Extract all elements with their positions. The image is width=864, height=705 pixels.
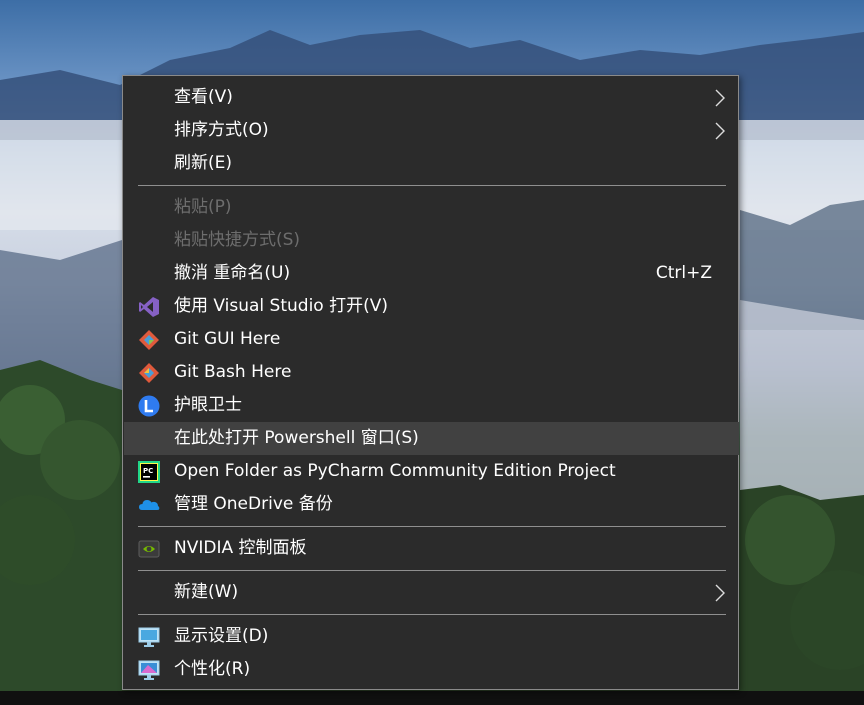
menu-item-label: 护眼卫士	[174, 395, 242, 415]
menu-item-paste-shortcut: 粘贴快捷方式(S)	[124, 224, 739, 257]
menu-item-label: Open Folder as PyCharm Community Edition…	[174, 461, 616, 481]
svg-text:PC: PC	[143, 467, 153, 475]
menu-item-label: 使用 Visual Studio 打开(V)	[174, 296, 389, 316]
menu-item-shortcut: Ctrl+Z	[655, 263, 712, 283]
menu-item-label: 刷新(E)	[174, 153, 233, 173]
eye-guard-icon	[138, 395, 160, 417]
menu-item-label: 个性化(R)	[174, 659, 251, 679]
menu-item-new[interactable]: 新建(W)	[124, 576, 739, 609]
display-settings-icon	[138, 627, 160, 647]
nvidia-icon	[138, 540, 160, 558]
menu-separator	[138, 570, 726, 571]
menu-item-git-bash-here[interactable]: Git Bash Here	[124, 356, 739, 389]
menu-item-label: 查看(V)	[174, 87, 233, 107]
personalize-icon	[138, 660, 160, 680]
desktop-context-menu: 查看(V) 排序方式(O) 刷新(E) 粘贴(P) 粘贴快捷方式(S) 撤消 重…	[122, 75, 739, 690]
menu-separator	[138, 526, 726, 527]
menu-item-open-powershell-here[interactable]: 在此处打开 Powershell 窗口(S)	[124, 422, 739, 455]
pycharm-icon: PC	[138, 461, 160, 483]
git-gui-icon	[139, 330, 159, 350]
menu-item-label: Git Bash Here	[174, 362, 292, 382]
menu-item-open-with-visual-studio[interactable]: 使用 Visual Studio 打开(V)	[124, 290, 739, 323]
git-bash-icon	[139, 363, 159, 383]
menu-separator	[138, 614, 726, 615]
menu-item-label: 在此处打开 Powershell 窗口(S)	[174, 428, 419, 448]
menu-item-git-gui-here[interactable]: Git GUI Here	[124, 323, 739, 356]
menu-item-eye-guard[interactable]: 护眼卫士	[124, 389, 739, 422]
menu-item-refresh[interactable]: 刷新(E)	[124, 147, 739, 180]
menu-item-personalize[interactable]: 个性化(R)	[124, 653, 739, 686]
menu-item-sort-by[interactable]: 排序方式(O)	[124, 114, 739, 147]
menu-item-label: 撤消 重命名(U)	[174, 263, 291, 283]
menu-separator	[138, 185, 726, 186]
menu-item-nvidia-control-panel[interactable]: NVIDIA 控制面板	[124, 532, 739, 565]
visual-studio-icon	[139, 297, 159, 317]
menu-item-display-settings[interactable]: 显示设置(D)	[124, 620, 739, 653]
menu-item-view[interactable]: 查看(V)	[124, 81, 739, 114]
menu-item-label: 显示设置(D)	[174, 626, 269, 646]
menu-item-undo-rename[interactable]: 撤消 重命名(U) Ctrl+Z	[124, 257, 739, 290]
menu-item-open-folder-pycharm[interactable]: PC Open Folder as PyCharm Community Edit…	[124, 455, 739, 488]
chevron-right-icon	[715, 584, 725, 602]
chevron-right-icon	[715, 89, 725, 107]
menu-item-manage-onedrive-backup[interactable]: 管理 OneDrive 备份	[124, 488, 739, 521]
chevron-right-icon	[715, 122, 725, 140]
onedrive-icon	[139, 500, 160, 510]
menu-item-label: Git GUI Here	[174, 329, 281, 349]
menu-item-label: 粘贴快捷方式(S)	[174, 230, 301, 250]
menu-item-label: 新建(W)	[174, 582, 239, 602]
menu-item-label: 粘贴(P)	[174, 197, 232, 217]
menu-item-label: 排序方式(O)	[174, 120, 269, 140]
menu-item-label: NVIDIA 控制面板	[174, 538, 307, 558]
taskbar	[0, 691, 864, 705]
menu-item-label: 管理 OneDrive 备份	[174, 494, 333, 514]
menu-item-paste: 粘贴(P)	[124, 191, 739, 224]
